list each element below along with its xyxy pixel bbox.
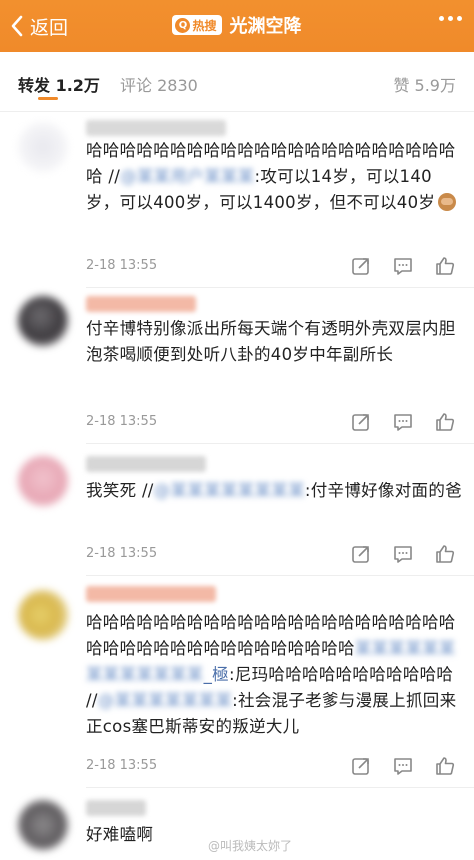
username[interactable] xyxy=(86,456,206,472)
tab-comments[interactable]: 评论 2830 xyxy=(120,72,198,96)
repost-button[interactable] xyxy=(350,543,372,565)
repost-button[interactable] xyxy=(350,755,372,777)
mentioned-user[interactable]: @某某某某某某某 xyxy=(98,691,232,710)
comment-text: 哈哈哈哈哈哈哈哈哈哈哈哈哈哈哈哈哈哈哈哈哈哈哈哈哈哈哈哈哈哈哈哈哈哈哈哈哈哈某某… xyxy=(86,610,462,740)
hot-badge-label: 热搜 xyxy=(192,18,217,33)
thumbs-up-icon xyxy=(436,757,455,775)
thumbs-up-icon xyxy=(436,257,455,275)
comment-text: 哈哈哈哈哈哈哈哈哈哈哈哈哈哈哈哈哈哈哈哈哈哈哈 //@某某用户某某某:攻可以14… xyxy=(86,138,462,216)
tab-bar: 转发 1.2万 评论 2830 赞 5.9万 xyxy=(0,52,474,112)
dot-icon xyxy=(457,16,462,21)
comment-text: 我笑死 //@某某某某某某某某:付辛博好像对面的爸 xyxy=(86,478,462,504)
hot-search-badge[interactable]: Q 热搜 xyxy=(172,15,222,35)
watermark: @叫我姨太妳了 xyxy=(208,839,293,853)
tab-likes[interactable]: 赞 5.9万 xyxy=(393,72,456,96)
like-button[interactable] xyxy=(434,755,456,777)
mentioned-user[interactable]: @某某某某某某某某 xyxy=(154,481,305,500)
share-icon xyxy=(352,546,369,563)
mentioned-user[interactable]: _極 xyxy=(204,665,229,684)
username[interactable] xyxy=(86,296,196,312)
list-item: 哈哈哈哈哈哈哈哈哈哈哈哈哈哈哈哈哈哈哈哈哈哈哈 //@某某用户某某某:攻可以14… xyxy=(0,112,474,288)
see-no-evil-monkey-icon xyxy=(438,193,457,211)
timestamp: 2-18 13:55 xyxy=(86,758,158,773)
comment-text: 付辛博特别像派出所每天端个有透明外壳双层内胆泡茶喝顺便到处听八卦的40岁中年副所… xyxy=(86,319,456,364)
timestamp: 2-18 13:55 xyxy=(86,414,158,429)
thumbs-up-icon xyxy=(436,413,455,431)
share-icon xyxy=(352,758,369,775)
list-item: 付辛博特别像派出所每天端个有透明外壳双层内胆泡茶喝顺便到处听八卦的40岁中年副所… xyxy=(0,288,474,444)
comment-button[interactable] xyxy=(392,411,414,433)
comment-actions xyxy=(350,411,456,433)
tab-reposts[interactable]: 转发 1.2万 xyxy=(18,72,100,96)
like-button[interactable] xyxy=(434,411,456,433)
comment-text-part: :付辛博好像对面的爸 xyxy=(304,481,462,500)
search-icon: Q xyxy=(175,17,191,33)
avatar[interactable] xyxy=(18,296,68,346)
comment-button[interactable] xyxy=(392,543,414,565)
comment-button[interactable] xyxy=(392,755,414,777)
comment-actions xyxy=(350,255,456,277)
share-icon xyxy=(352,414,369,431)
comment-actions xyxy=(350,755,456,777)
share-icon xyxy=(352,258,369,275)
title-area: Q 热搜 光渊空降 xyxy=(0,12,474,38)
active-tab-indicator xyxy=(38,97,58,100)
repost-button[interactable] xyxy=(350,411,372,433)
repost-button[interactable] xyxy=(350,255,372,277)
comment-icon xyxy=(394,414,412,431)
timestamp: 2-18 13:55 xyxy=(86,546,158,561)
top-navigation-bar: 返回 Q 热搜 光渊空降 xyxy=(0,0,474,52)
dot-icon xyxy=(448,16,453,21)
like-button[interactable] xyxy=(434,543,456,565)
avatar[interactable] xyxy=(18,590,68,640)
list-item: 哈哈哈哈哈哈哈哈哈哈哈哈哈哈哈哈哈哈哈哈哈哈哈哈哈哈哈哈哈哈哈哈哈哈哈哈哈哈某某… xyxy=(0,576,474,788)
dot-icon xyxy=(439,16,444,21)
username[interactable] xyxy=(86,586,216,602)
more-options-button[interactable] xyxy=(439,16,462,21)
comment-text-part: 我笑死 // xyxy=(86,481,154,500)
avatar[interactable] xyxy=(18,456,68,506)
avatar[interactable] xyxy=(18,122,68,172)
comment-button[interactable] xyxy=(392,255,414,277)
username[interactable] xyxy=(86,800,146,816)
username[interactable] xyxy=(86,120,226,136)
list-item: 我笑死 //@某某某某某某某某:付辛博好像对面的爸 2-18 13:55 xyxy=(0,444,474,576)
thumbs-up-icon xyxy=(436,545,455,563)
comment-icon xyxy=(394,258,412,275)
comment-icon xyxy=(394,546,412,563)
comment-icon xyxy=(394,758,412,775)
timestamp: 2-18 13:55 xyxy=(86,258,158,273)
comment-actions xyxy=(350,543,456,565)
like-button[interactable] xyxy=(434,255,456,277)
avatar[interactable] xyxy=(18,800,68,850)
page-title: 光渊空降 xyxy=(229,16,302,37)
mentioned-user[interactable]: @某某用户某某某 xyxy=(120,167,254,186)
